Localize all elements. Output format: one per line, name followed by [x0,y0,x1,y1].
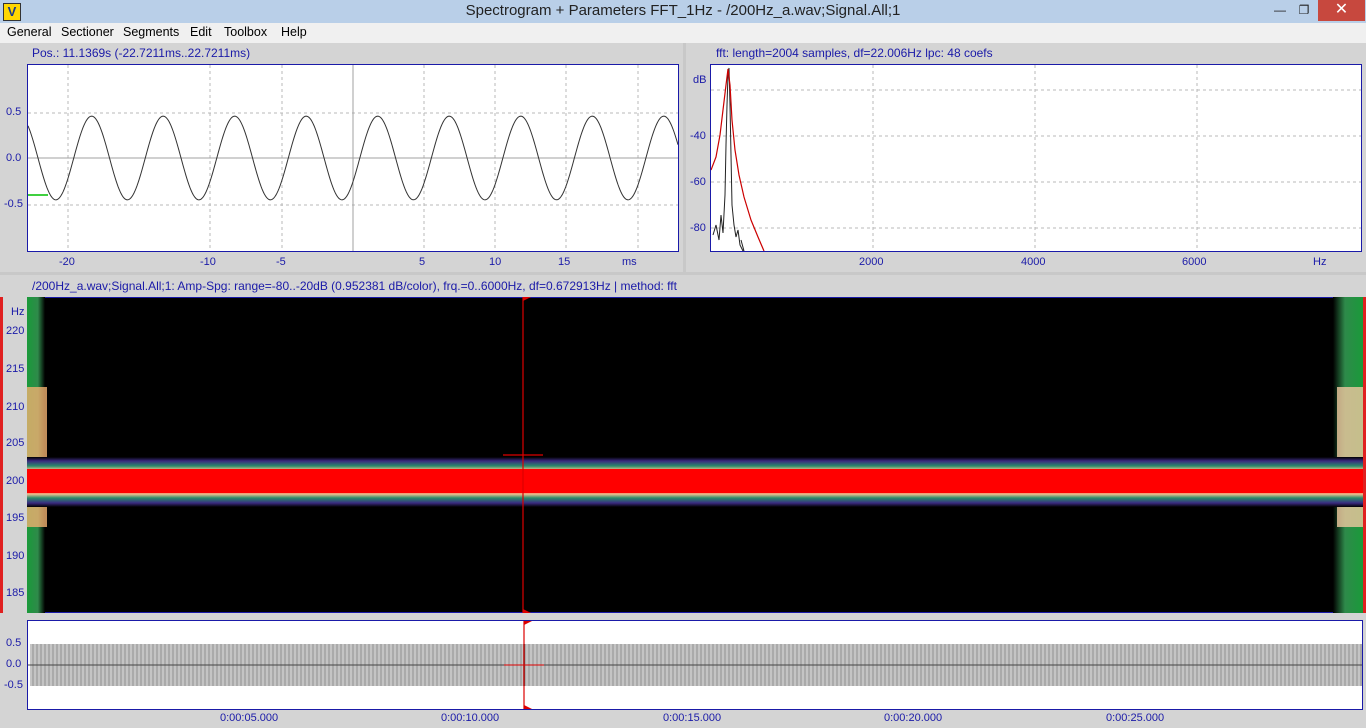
menu-edit[interactable]: Edit [190,25,212,39]
osc-ytick-0.0: 0.0 [6,152,22,164]
ovw-xtick-25s: 0:00:25.000 [1106,712,1165,724]
osc-xtick-15: 15 [558,256,571,268]
spectrum-yunit: dB [693,74,707,86]
osc-xtick--10: -10 [200,256,216,268]
spg-ytick-215: 215 [6,363,25,375]
spectrogram-caption: /200Hz_a.wav;Signal.All;1: Amp-Spg: rang… [32,279,677,293]
overview-plot[interactable] [27,620,1363,710]
spectrogram-svg [27,297,1363,613]
spg-ytick-220: 220 [6,325,25,337]
spectrum-svg [711,65,1361,251]
menu-bar: General Sectioner Segments Edit Toolbox … [0,23,1366,43]
osc-xtick--5: -5 [276,256,286,268]
menu-segments[interactable]: Segments [123,25,179,39]
restore-icon[interactable]: ❐ [1292,0,1316,21]
window-title: Spectrogram + Parameters FFT_1Hz - /200H… [465,2,901,19]
menu-general[interactable]: General [7,25,51,39]
spectrum-caption: fft: length=2004 samples, df=22.006Hz lp… [716,46,993,60]
close-icon[interactable]: ✕ [1318,0,1365,21]
spec-xtick-4000: 4000 [1021,256,1046,268]
spg-ytick-190: 190 [6,550,25,562]
spectrum-plot[interactable] [710,64,1362,252]
spec-ytick--80: -80 [690,222,706,234]
minimize-icon[interactable]: — [1268,0,1292,21]
overview-svg [28,621,1362,709]
spec-ytick--40: -40 [690,130,706,142]
spg-ytick-185: 185 [6,587,25,599]
ovw-xtick-15s: 0:00:15.000 [663,712,722,724]
spec-ytick--60: -60 [690,176,706,188]
oscillogram-caption: Pos.: 11.1369s (-22.7211ms..22.7211ms) [32,46,251,60]
spg-ytick-200: 200 [6,475,25,487]
ovw-xtick-10s: 0:00:10.000 [441,712,500,724]
osc-ytick-0.5: 0.5 [6,106,22,118]
osc-xunit: ms [622,256,637,268]
ovw-xtick-20s: 0:00:20.000 [884,712,943,724]
spg-ytick-195: 195 [6,512,25,524]
spg-yunit: Hz [11,306,25,318]
osc-xtick--20: -20 [59,256,75,268]
spec-xtick-6000: 6000 [1182,256,1207,268]
oscillogram-plot[interactable] [27,64,679,252]
menu-help[interactable]: Help [281,25,307,39]
osc-ytick--0.5: -0.5 [4,198,23,210]
spg-ytick-210: 210 [6,401,25,413]
menu-toolbox[interactable]: Toolbox [224,25,267,39]
spec-xtick-2000: 2000 [859,256,884,268]
menu-sectioner[interactable]: Sectioner [61,25,114,39]
osc-xtick-5: 5 [419,256,426,268]
spectrogram-view[interactable] [27,297,1363,613]
spg-ytick-205: 205 [6,437,25,449]
osc-xtick-10: 10 [489,256,502,268]
ovw-ytick--0.5: -0.5 [4,679,23,691]
oscillogram-svg [28,65,678,251]
ovw-ytick-0.0: 0.0 [6,658,22,670]
spec-xunit: Hz [1313,256,1327,268]
spectrogram-left-marker [0,297,3,613]
ovw-xtick-5s: 0:00:05.000 [220,712,279,724]
ovw-ytick-0.5: 0.5 [6,637,22,649]
